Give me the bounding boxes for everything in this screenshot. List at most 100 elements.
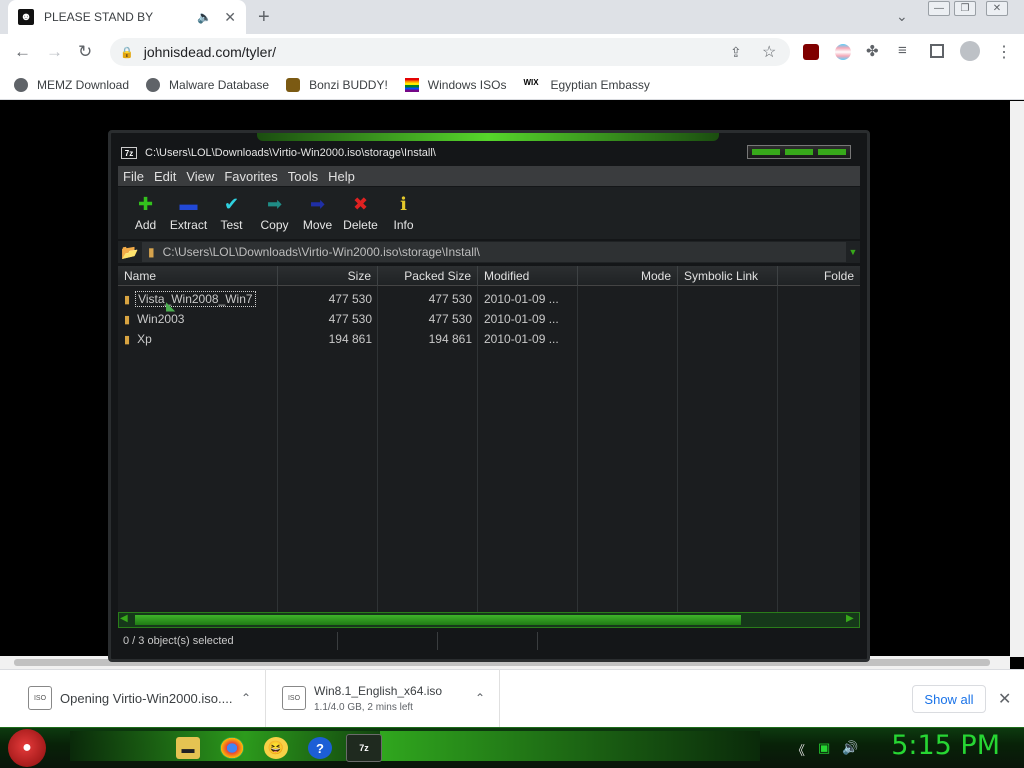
tray-network-icon[interactable]: ▣ (818, 740, 830, 756)
path-bar: 📂 ▮ C:\Users\LOL\Downloads\Virtio-Win2000… (118, 241, 860, 263)
path-input[interactable]: ▮ C:\Users\LOL\Downloads\Virtio-Win2000.i… (142, 242, 846, 262)
toolbar-extract-button[interactable]: ▬ Extract (167, 187, 210, 239)
close-download-shelf-icon[interactable]: ✕ (998, 689, 1011, 709)
folder-up-icon[interactable]: 📂 (118, 241, 142, 263)
address-bar[interactable]: 🔒 johnisdead.com/tyler/ (110, 38, 790, 66)
toolbar-add-button[interactable]: ✚ Add (124, 187, 167, 239)
menu-help[interactable]: Help (328, 169, 355, 184)
bookmark-memz[interactable]: MEMZ Download (14, 77, 130, 92)
toolbar-move-button[interactable]: ➡ Move (296, 187, 339, 239)
tray-volume-icon[interactable]: 🔊 (842, 740, 858, 756)
row-size: 477 530 (328, 312, 372, 326)
window-close-button[interactable] (817, 149, 846, 155)
col-size[interactable]: Size (278, 266, 378, 286)
row-modified: 2010-01-09 ... (484, 312, 559, 326)
globe-icon (146, 77, 161, 92)
extensions-puzzle-icon[interactable]: ✤ (866, 42, 879, 60)
menu-file[interactable]: File (123, 169, 144, 184)
help-icon[interactable]: ? (308, 737, 332, 759)
tray-chevron-icon[interactable]: 《 (792, 740, 805, 759)
table-row[interactable]: ▮ Win2003 477 530 477 530 2010-01-09 ... (118, 309, 860, 329)
row-modified: 2010-01-09 ... (484, 332, 559, 346)
bookmark-windows-isos[interactable]: Windows ISOs (404, 77, 507, 92)
bookmark-label: MEMZ Download (37, 77, 130, 92)
page-vertical-scrollbar[interactable] (1010, 101, 1024, 657)
list-scroll-thumb[interactable] (135, 615, 741, 625)
toolbar-label: Add (134, 218, 157, 232)
col-modified[interactable]: Modified (478, 266, 578, 286)
status-panel (338, 632, 438, 650)
toolbar-copy-button[interactable]: ➡ Copy (253, 187, 296, 239)
file-explorer-icon[interactable]: ▬ (176, 737, 200, 759)
file-list: Name Size Packed Size Modified Mode Symb… (118, 266, 860, 612)
menu-favorites[interactable]: Favorites (224, 169, 277, 184)
scroll-left-arrow-icon[interactable]: ◀ (120, 613, 128, 624)
minus-icon: ▬ (179, 194, 198, 214)
extension-flag-icon[interactable] (835, 44, 851, 60)
toolbar-delete-button[interactable]: ✖ Delete (339, 187, 382, 239)
bonzi-icon (286, 77, 301, 92)
menu-edit[interactable]: Edit (154, 169, 176, 184)
download-item-virtio[interactable]: ISO Opening Virtio-Win2000.iso.... ⌃ (16, 669, 266, 727)
download-name: Opening Virtio-Win2000.iso.... (60, 690, 233, 706)
tab-close-icon[interactable]: ✕ (224, 9, 236, 26)
bookmark-star-icon[interactable]: ☆ (762, 42, 776, 62)
col-symbolic-link[interactable]: Symbolic Link (678, 266, 778, 286)
row-name: Xp (137, 332, 152, 346)
bookmark-malware-database[interactable]: Malware Database (146, 77, 269, 92)
wix-icon: WIX (523, 77, 539, 87)
close-window-button[interactable]: ✕ (986, 1, 1008, 16)
delete-x-icon: ✖ (352, 194, 369, 214)
table-row[interactable]: ▮ Xp 194 861 194 861 2010-01-09 ... (118, 329, 860, 349)
chrome-icon[interactable] (220, 737, 244, 759)
bookmark-egyptian-embassy[interactable]: WIX Egyptian Embassy (523, 78, 649, 92)
reload-icon[interactable]: ↻ (78, 42, 92, 62)
toolbar-test-button[interactable]: ✔ Test (210, 187, 253, 239)
path-dropdown-icon[interactable]: ▼ (846, 247, 860, 257)
window-controls[interactable] (747, 145, 851, 159)
bookmark-bonzi-buddy[interactable]: Bonzi BUDDY! (286, 77, 388, 92)
share-icon[interactable]: ⇪ (730, 44, 742, 61)
window-maximize-button[interactable] (784, 149, 813, 155)
tab-search-chevron-icon[interactable]: ⌄ (896, 8, 908, 25)
toolbar-label: Move (302, 218, 333, 232)
taskbar-clock[interactable]: 5:15 PM (870, 730, 1000, 764)
download-name: Win8.1_English_x64.iso (314, 683, 443, 698)
minimize-button[interactable]: — (928, 1, 950, 16)
url-text: johnisdead.com/tyler/ (143, 44, 276, 60)
tab-audio-icon[interactable]: 🔈 (197, 10, 212, 24)
restore-button[interactable]: ❐ (954, 1, 976, 16)
bookmark-label: Windows ISOs (427, 77, 507, 92)
show-all-downloads-button[interactable]: Show all (912, 685, 986, 713)
start-button-angry-bird-icon[interactable]: ● (8, 729, 46, 767)
back-arrow-icon[interactable]: ← (14, 42, 31, 62)
new-tab-button[interactable]: + (258, 6, 270, 29)
download-menu-chevron-icon[interactable]: ⌃ (475, 691, 485, 705)
menu-tools[interactable]: Tools (288, 169, 318, 184)
media-control-icon[interactable]: ≡ (898, 42, 907, 59)
folder-icon: ▮ (124, 294, 131, 306)
side-panel-icon[interactable] (930, 44, 944, 58)
col-name[interactable]: Name (118, 266, 278, 286)
download-item-win81[interactable]: ISO Win8.1_English_x64.iso 1.1/4.0 GB, 2… (270, 669, 500, 727)
col-packed-size[interactable]: Packed Size (378, 266, 478, 286)
download-menu-chevron-icon[interactable]: ⌃ (241, 691, 251, 705)
globe-icon (14, 77, 28, 92)
browser-tab[interactable]: ☻ PLEASE STAND BY 🔈 ✕ (8, 0, 246, 34)
menu-view[interactable]: View (186, 169, 214, 184)
ublock-icon[interactable] (803, 44, 819, 60)
sevenzip-window: 7z C:\Users\LOL\Downloads\Virtio-Win2000… (108, 130, 870, 662)
toolbar-label: Extract (169, 218, 208, 232)
col-mode[interactable]: Mode (578, 266, 678, 286)
toolbar-info-button[interactable]: ℹ Info (382, 187, 425, 239)
profile-avatar-icon[interactable] (960, 41, 980, 61)
col-folders[interactable]: Folde (778, 266, 860, 286)
menu-kebab-icon[interactable]: ⋮ (996, 42, 1012, 62)
folder-icon: ▮ (124, 334, 131, 346)
sevenzip-taskbar-icon[interactable]: 7z (346, 734, 382, 762)
forward-arrow-icon[interactable]: → (46, 42, 63, 62)
table-row[interactable]: ▮ Vista_Win2008_Win7 477 530 477 530 2010… (118, 289, 860, 309)
window-minimize-button[interactable] (752, 149, 781, 155)
emoji-app-icon[interactable]: 😆 (264, 737, 288, 759)
scroll-right-arrow-icon[interactable]: ▶ (846, 613, 854, 624)
